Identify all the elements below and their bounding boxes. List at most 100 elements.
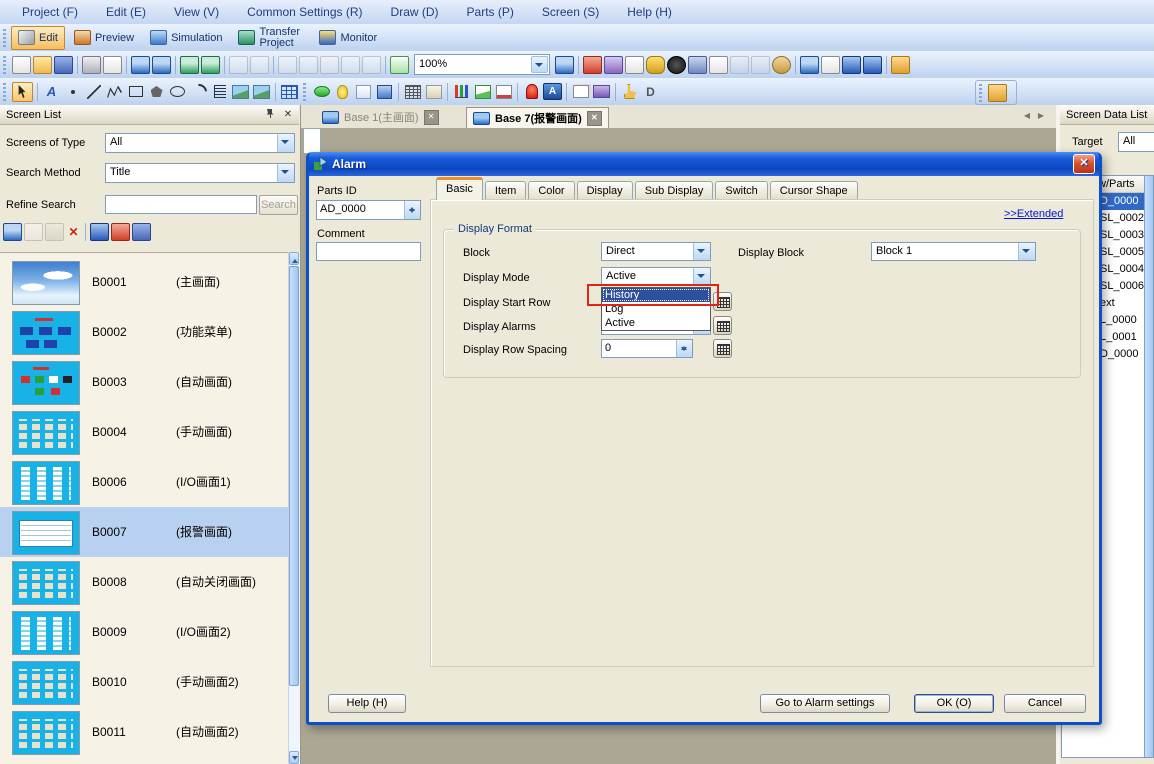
screen-row-b0007-selected[interactable]: B0007 (报警画面) <box>0 507 288 557</box>
print-icon[interactable] <box>82 56 101 74</box>
scrollbar-thumb[interactable] <box>289 266 299 686</box>
menu-parts[interactable]: Parts (P) <box>453 0 528 24</box>
toolbar-drag-handle[interactable] <box>3 83 6 101</box>
combo-arrow-icon[interactable] <box>693 243 710 260</box>
preview-button[interactable]: Preview <box>67 26 141 50</box>
preview-screen-icon[interactable] <box>90 223 109 241</box>
toolbar-drag-handle[interactable] <box>979 84 982 102</box>
hand-tool-icon[interactable] <box>620 83 639 101</box>
arc-tool-icon[interactable] <box>189 83 208 101</box>
close-tab-icon[interactable]: ✕ <box>424 110 439 125</box>
copy-screen-icon[interactable] <box>24 223 43 241</box>
hierarchy-view-icon[interactable] <box>132 223 151 241</box>
package-screen-icon[interactable] <box>800 56 819 74</box>
project-information-icon[interactable] <box>625 56 644 74</box>
polyline-tool-icon[interactable] <box>105 83 124 101</box>
window-part-icon[interactable] <box>571 83 590 101</box>
cancel-button[interactable]: Cancel <box>1004 694 1086 713</box>
security-password-icon[interactable] <box>667 56 686 74</box>
search-button[interactable]: Search <box>259 195 298 215</box>
transfer-send-icon[interactable] <box>583 56 602 74</box>
save-icon[interactable] <box>54 56 73 74</box>
time-settings-icon[interactable] <box>772 56 791 74</box>
data-display-part-icon[interactable] <box>354 83 373 101</box>
copy-icon[interactable] <box>299 56 318 74</box>
screen-row-b0009[interactable]: B0009 (I/O画面2) <box>0 607 288 657</box>
doc-tab-base1[interactable]: Base 1(主画面) ✕ <box>316 107 445 127</box>
open-project-icon[interactable] <box>33 56 52 74</box>
target-combobox[interactable]: All <box>1118 132 1154 152</box>
error-check-icon[interactable] <box>390 56 409 74</box>
keypad-part-icon[interactable] <box>403 83 422 101</box>
lamp-part-icon[interactable] <box>333 83 352 101</box>
wrench-tool-icon[interactable] <box>891 56 910 74</box>
change-attributes-icon[interactable] <box>111 223 130 241</box>
zoom-combobox[interactable]: 100% <box>414 54 550 75</box>
option-log[interactable]: Log <box>602 302 710 316</box>
scrollbar-down-icon[interactable] <box>289 751 299 764</box>
search-method-combobox[interactable]: Title <box>105 163 295 183</box>
screen-row-b0008[interactable]: B0008 (自动关闭画面) <box>0 557 288 607</box>
polygon-tool-icon[interactable] <box>147 83 166 101</box>
screen-row-b0004[interactable]: B0004 (手动画面) <box>0 407 288 457</box>
print-preview-icon[interactable] <box>103 56 122 74</box>
new-screen-icon[interactable] <box>3 223 22 241</box>
goto-alarm-settings-button[interactable]: Go to Alarm settings <box>760 694 890 713</box>
security-key-icon[interactable] <box>646 56 665 74</box>
screen-row-b0010[interactable]: B0010 (手动画面2) <box>0 657 288 707</box>
monitor-view-icon[interactable] <box>863 56 882 74</box>
dot-tool-icon[interactable] <box>63 83 82 101</box>
duplicate-icon[interactable] <box>341 56 360 74</box>
spinner-updown-icon[interactable] <box>404 201 420 219</box>
screen-row-b0011[interactable]: B0011 (自动画面2) <box>0 707 288 757</box>
delete-screen-icon[interactable]: ✕ <box>65 225 82 239</box>
switch-part-icon[interactable] <box>312 83 331 101</box>
rectangle-tool-icon[interactable] <box>126 83 145 101</box>
keypad-display-part-icon[interactable] <box>424 83 443 101</box>
image-unit-icon[interactable] <box>252 83 271 101</box>
previous-screen-icon[interactable] <box>180 56 199 74</box>
screens-of-type-combobox[interactable]: All <box>105 133 295 153</box>
combo-arrow-icon[interactable] <box>277 134 294 152</box>
spinner-updown-icon[interactable] <box>676 340 692 357</box>
dialog-close-icon[interactable]: ✕ <box>1073 154 1095 174</box>
option-history[interactable]: History <box>602 288 710 302</box>
transfer-receive-icon[interactable] <box>604 56 623 74</box>
combo-arrow-icon[interactable] <box>1018 243 1035 260</box>
tab-color[interactable]: Color <box>528 181 574 200</box>
menu-help[interactable]: Help (H) <box>613 0 686 24</box>
screen-row-b0001[interactable]: B0001 (主画面) <box>0 257 288 307</box>
undo-icon[interactable] <box>229 56 248 74</box>
parts-id-spinner[interactable]: AD_0000 <box>316 200 421 220</box>
cut-icon[interactable] <box>278 56 297 74</box>
tab-cursor-shape[interactable]: Cursor Shape <box>770 181 858 200</box>
text-display-part-icon[interactable]: A <box>543 83 562 100</box>
ok-button[interactable]: OK (O) <box>914 694 994 713</box>
tab-scroll-left-icon[interactable]: ◀ <box>1024 111 1030 120</box>
toolbar-drag-handle[interactable] <box>303 83 306 101</box>
menu-view[interactable]: View (V) <box>160 0 233 24</box>
close-tab-icon[interactable]: ✕ <box>587 111 602 126</box>
global-search-icon[interactable] <box>751 56 770 74</box>
refine-search-input[interactable] <box>105 195 257 214</box>
screen-list-scrollbar[interactable] <box>288 252 300 764</box>
paste-screen-icon[interactable] <box>45 223 64 241</box>
close-panel-icon[interactable]: ✕ <box>281 108 295 122</box>
delete-icon[interactable] <box>362 56 381 74</box>
ellipse-tool-icon[interactable] <box>168 83 187 101</box>
font-settings-icon[interactable] <box>709 56 728 74</box>
package-tool-icon[interactable] <box>988 84 1007 102</box>
comment-input[interactable] <box>316 242 421 261</box>
display-row-spacing-keypad-icon[interactable] <box>713 339 732 358</box>
display-block-combobox[interactable]: Block 1 <box>871 242 1036 261</box>
text-tool-icon[interactable]: A <box>42 83 61 101</box>
d-script-icon[interactable]: D <box>641 83 660 101</box>
edit-mode-button[interactable]: Edit <box>11 26 65 50</box>
fit-screen-icon[interactable] <box>555 56 574 74</box>
menu-common-settings[interactable]: Common Settings (R) <box>233 0 376 24</box>
help-button[interactable]: Help (H) <box>328 694 406 713</box>
menu-draw[interactable]: Draw (D) <box>377 0 453 24</box>
combo-arrow-icon[interactable] <box>693 268 710 285</box>
data-list-scrollbar[interactable] <box>1144 176 1153 757</box>
line-tool-icon[interactable] <box>84 83 103 101</box>
